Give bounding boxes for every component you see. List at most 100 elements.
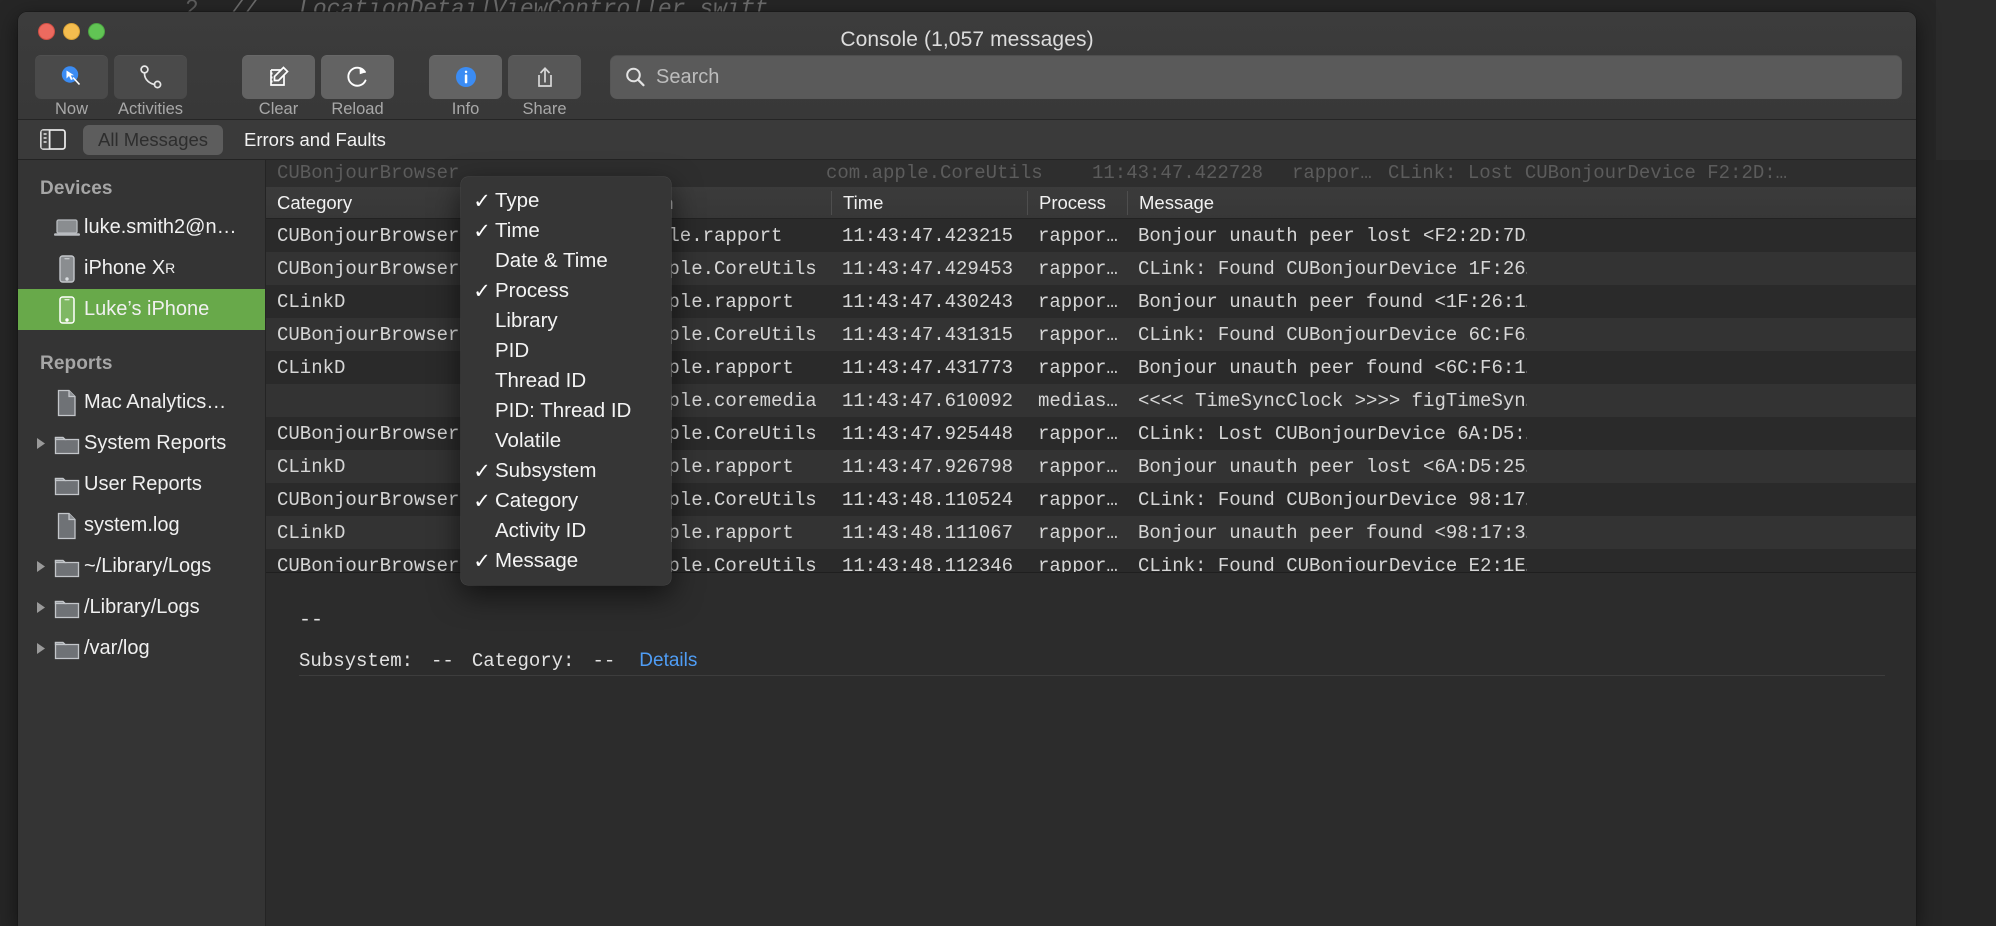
log-cell-message: <<<< TimeSyncClock >>>> figTimeSyn… [1138, 389, 1527, 412]
toolbar-button-share[interactable]: Share [505, 55, 584, 119]
log-cell-process: rappor… [1038, 224, 1118, 247]
menu-item-pid-thread-id[interactable]: ✓PID: Thread ID [461, 396, 671, 426]
activities-icon [139, 65, 161, 89]
sidebar-item-var-log[interactable]: /var/log [18, 628, 265, 669]
checkmark-placeholder: ✓ [469, 369, 495, 394]
toolbar-button-activities[interactable]: Activities [111, 55, 190, 119]
log-cell-time: 11:43:47.430243 [842, 290, 1014, 313]
detail-divider [299, 675, 1885, 676]
menu-item-category[interactable]: ✓ Category [461, 486, 671, 516]
sidebar-toggle-icon[interactable] [40, 129, 66, 150]
menu-item-label: Message [495, 549, 579, 572]
menu-item-process[interactable]: ✓ Process [461, 276, 671, 306]
log-cell-message: CLink: Found CUBonjourDevice 1F:26… [1138, 257, 1527, 280]
log-cell-process: rappor… [1038, 554, 1118, 573]
tab-errors-and-faults[interactable]: Errors and Faults [229, 125, 401, 155]
search-input[interactable] [656, 65, 1892, 89]
log-cell-subsystem: …ple.CoreUtils [657, 257, 817, 280]
menu-item-label: PID: Thread ID [495, 399, 632, 422]
detail-subsystem-value: -- [431, 650, 454, 672]
log-cell-time: 11:43:47.423215 [842, 224, 1014, 247]
log-cell-message: Bonjour unauth peer found <98:17:3… [1138, 521, 1527, 544]
titlebar: Console (1,057 messages) Now Activities … [18, 12, 1916, 120]
column-header-subsystem[interactable]: m [646, 190, 831, 215]
folder-icon [50, 433, 84, 455]
menu-item-subsystem[interactable]: ✓ Subsystem [461, 456, 671, 486]
menu-item-thread-id[interactable]: ✓Thread ID [461, 366, 671, 396]
console-window: Console (1,057 messages) Now Activities … [18, 12, 1916, 926]
reload-button-surface[interactable] [321, 55, 394, 99]
search-icon [624, 66, 646, 88]
chevron-right-icon[interactable] [32, 437, 50, 450]
activities-button-surface[interactable] [114, 55, 187, 99]
clear-button-surface[interactable] [242, 55, 315, 99]
menu-item-type[interactable]: ✓ Type [461, 186, 671, 216]
sidebar-item-label: iPhone X [84, 257, 166, 279]
menu-item-activity-id[interactable]: ✓Activity ID [461, 516, 671, 546]
sidebar-item-label: ~/Library/Logs [84, 555, 212, 577]
sidebar-item-laptop[interactable]: luke.smith2@n… [18, 207, 265, 248]
log-cell-process: rappor… [1038, 356, 1118, 379]
log-cell-process: rappor… [1038, 422, 1118, 445]
log-cell-time: 11:43:48.110524 [842, 488, 1014, 511]
log-cell-subsystem: …ple.rapport [657, 521, 794, 544]
menu-item-message[interactable]: ✓ Message [461, 546, 671, 576]
chevron-right-icon[interactable] [32, 642, 50, 655]
column-header-process[interactable]: Process [1027, 190, 1127, 215]
menu-item-pid[interactable]: ✓PID [461, 336, 671, 366]
toolbar-label-info: Info [451, 100, 480, 118]
column-header-message[interactable]: Message [1127, 190, 1527, 215]
sidebar-item-lukes-iphone[interactable]: Luke’s iPhone [18, 289, 265, 330]
sidebar-item-label: luke.smith2@n… [84, 216, 237, 238]
toolbar-button-info[interactable]: Info [426, 55, 505, 119]
log-cell-time: 11:43:47.926798 [842, 455, 1014, 478]
checkmark-placeholder: ✓ [469, 519, 495, 544]
sidebar-item-label: Mac Analytics… [84, 391, 227, 413]
info-button-surface[interactable] [429, 55, 502, 99]
menu-item-label: Subsystem [495, 459, 597, 482]
ghost-cell-message: CLink: Lost CUBonjourDevice F2:2D:… [1388, 162, 1788, 184]
toolbar-button-now[interactable]: Now [32, 55, 111, 119]
folder-icon [50, 638, 84, 660]
details-link[interactable]: Details [639, 650, 697, 672]
window-title: Console (1,057 messages) [840, 28, 1094, 51]
chevron-right-icon[interactable] [32, 601, 50, 614]
sidebar-item-library-logs[interactable]: /Library/Logs [18, 587, 265, 628]
log-cell-time: 11:43:47.925448 [842, 422, 1014, 445]
column-header-time[interactable]: Time [831, 190, 1027, 215]
info-icon [455, 67, 476, 87]
sidebar-item-iphone-xr[interactable]: iPhone XR [18, 248, 265, 289]
sidebar-item-user-reports[interactable]: User Reports [18, 464, 265, 505]
log-cell-subsystem: …ple.CoreUtils [657, 554, 817, 573]
log-cell-time: 11:43:48.112346 [842, 554, 1014, 573]
menu-item-time[interactable]: ✓ Time [461, 216, 671, 246]
menu-item-date-time[interactable]: ✓Date & Time [461, 246, 671, 276]
log-cell-message: Bonjour unauth peer found <6C:F6:1… [1138, 356, 1527, 379]
now-button-surface[interactable] [35, 55, 108, 99]
menu-item-label: Activity ID [495, 519, 587, 542]
background-right-strip [1936, 0, 1996, 160]
sidebar-item-system-log[interactable]: system.log [18, 505, 265, 546]
log-cell-message: Bonjour unauth peer found <1F:26:1… [1138, 290, 1527, 313]
tab-all-messages[interactable]: All Messages [83, 124, 224, 155]
share-button-surface[interactable] [508, 55, 581, 99]
sidebar-item-label: Luke’s iPhone [84, 298, 210, 320]
toolbar-button-clear[interactable]: Clear [239, 55, 318, 119]
document-icon [50, 389, 84, 417]
ghost-cell-category: CUBonjourBrowser [277, 162, 460, 184]
checkmark-placeholder: ✓ [469, 339, 495, 364]
chevron-right-icon[interactable] [32, 560, 50, 573]
menu-item-library[interactable]: ✓Library [461, 306, 671, 336]
laptop-icon [50, 218, 84, 238]
sidebar-item-user-library-logs[interactable]: ~/Library/Logs [18, 546, 265, 587]
iphone-icon [50, 254, 84, 283]
sidebar-item-system-reports[interactable]: System Reports [18, 423, 265, 464]
log-cell-process: rappor… [1038, 257, 1118, 280]
menu-item-volatile[interactable]: ✓Volatile [461, 426, 671, 456]
search-field[interactable] [610, 55, 1902, 99]
toolbar-button-reload[interactable]: Reload [318, 55, 397, 119]
sidebar-item-mac-analytics[interactable]: Mac Analytics… [18, 382, 265, 423]
checkmark-icon: ✓ [473, 219, 491, 243]
folder-icon [50, 556, 84, 578]
column-options-menu[interactable]: ✓Type✓Time✓Date & Time✓Process✓Library✓P… [461, 177, 671, 585]
